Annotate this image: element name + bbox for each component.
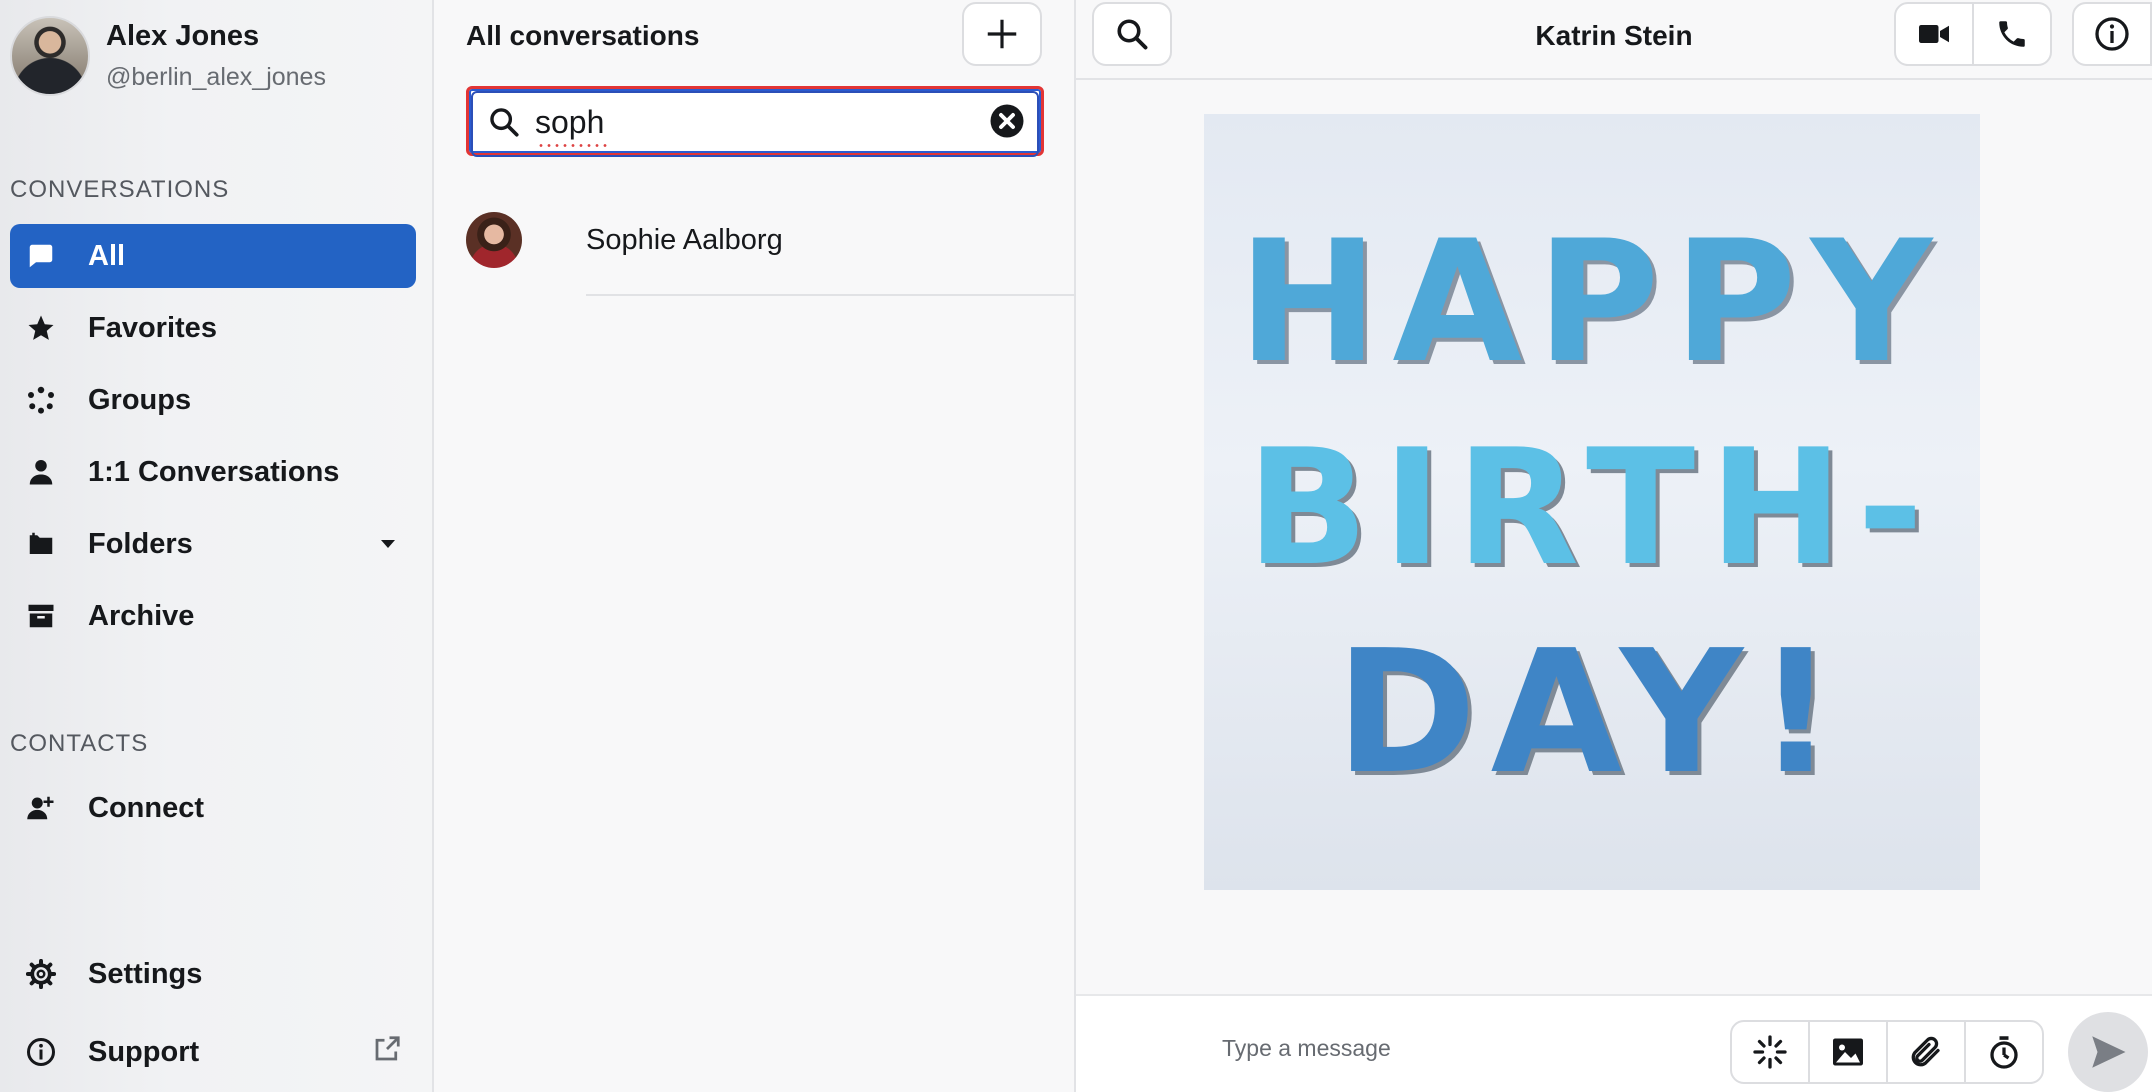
chat-bubble-icon bbox=[24, 239, 58, 273]
birthday-gif-image[interactable]: HAPPY BIRTH- DAY! bbox=[1204, 114, 1980, 890]
contact-name: Sophie Aalborg bbox=[586, 224, 783, 256]
ping-icon bbox=[1753, 1035, 1787, 1069]
sidebar-item-one-to-one[interactable]: 1:1 Conversations bbox=[10, 440, 416, 504]
sidebar-item-folders[interactable]: Folders bbox=[10, 512, 416, 576]
conversations-heading: CONVERSATIONS bbox=[10, 176, 230, 203]
sidebar-item-support[interactable]: Support bbox=[10, 1020, 416, 1084]
avatar[interactable] bbox=[10, 16, 90, 96]
sidebar-item-settings[interactable]: Settings bbox=[10, 942, 416, 1006]
audio-call-button[interactable] bbox=[1972, 2, 2052, 66]
sidebar-item-label: Groups bbox=[88, 383, 192, 416]
sidebar-item-archive[interactable]: Archive bbox=[10, 584, 416, 648]
sidebar-item-label: Archive bbox=[88, 599, 195, 632]
add-person-icon bbox=[24, 791, 58, 825]
video-call-button[interactable] bbox=[1894, 2, 1974, 66]
chevron-down-icon[interactable] bbox=[378, 534, 398, 554]
search-input[interactable] bbox=[535, 99, 955, 145]
sidebar: Alex Jones @berlin_alex_jones CONVERSATI… bbox=[0, 0, 434, 1092]
search-result-item[interactable]: Sophie Aalborg bbox=[466, 210, 1076, 300]
video-camera-icon bbox=[1919, 25, 1949, 43]
user-profile[interactable]: Alex Jones @berlin_alex_jones bbox=[10, 16, 326, 96]
chat-header: Katrin Stein bbox=[1076, 0, 2152, 80]
gear-icon bbox=[24, 957, 58, 991]
timed-message-button[interactable] bbox=[1964, 1020, 2044, 1084]
new-conversation-button[interactable] bbox=[962, 2, 1042, 66]
avatar bbox=[466, 212, 522, 268]
info-icon bbox=[24, 1035, 58, 1069]
send-icon bbox=[2092, 1036, 2126, 1068]
sidebar-item-label: Connect bbox=[88, 791, 204, 824]
chat-pane: Katrin Stein HAPPY BIRTH- DAY! bbox=[1076, 0, 2152, 1092]
image-upload-button[interactable] bbox=[1808, 1020, 1888, 1084]
sidebar-item-label: Settings bbox=[88, 957, 203, 990]
phone-icon bbox=[1999, 21, 2025, 47]
info-icon bbox=[2095, 17, 2129, 51]
sidebar-item-all[interactable]: All bbox=[10, 224, 416, 288]
contacts-heading: CONTACTS bbox=[10, 730, 149, 757]
message-input[interactable] bbox=[1222, 1030, 1722, 1066]
conversations-title: All conversations bbox=[466, 20, 700, 51]
message-composer bbox=[1076, 994, 2152, 1092]
archive-icon bbox=[24, 599, 58, 633]
divider bbox=[586, 294, 1076, 296]
search-icon bbox=[490, 108, 519, 137]
conversation-info-button[interactable] bbox=[2072, 2, 2152, 66]
timer-icon bbox=[1990, 1036, 2018, 1069]
star-icon bbox=[24, 311, 58, 345]
folder-icon bbox=[24, 527, 58, 561]
clear-search-icon[interactable] bbox=[989, 103, 1025, 139]
sidebar-item-connect[interactable]: Connect bbox=[10, 776, 416, 840]
conversation-list: All conversations Sophie Aalborg bbox=[434, 0, 1076, 1092]
plus-icon bbox=[987, 19, 1017, 49]
gif-text-line: HAPPY bbox=[1237, 204, 1947, 400]
user-handle: @berlin_alex_jones bbox=[106, 63, 326, 91]
search-box[interactable] bbox=[466, 86, 1044, 157]
image-icon bbox=[1833, 1038, 1863, 1066]
user-name: Alex Jones bbox=[106, 20, 260, 52]
external-link-icon[interactable] bbox=[372, 1034, 402, 1064]
sidebar-item-label: Support bbox=[88, 1035, 200, 1068]
ping-button[interactable] bbox=[1730, 1020, 1810, 1084]
groups-icon bbox=[24, 383, 58, 417]
attach-file-button[interactable] bbox=[1886, 1020, 1966, 1084]
sidebar-item-label: All bbox=[88, 239, 126, 272]
sidebar-item-groups[interactable]: Groups bbox=[10, 368, 416, 432]
sidebar-item-favorites[interactable]: Favorites bbox=[10, 296, 416, 360]
send-button[interactable] bbox=[2068, 1012, 2148, 1092]
sidebar-item-label: Favorites bbox=[88, 311, 217, 344]
gif-text-line: BIRTH- bbox=[1246, 414, 1938, 601]
person-icon bbox=[24, 455, 58, 489]
paperclip-icon bbox=[1911, 1036, 1940, 1067]
sidebar-item-label: 1:1 Conversations bbox=[88, 455, 340, 488]
sidebar-item-label: Folders bbox=[88, 527, 193, 560]
spellcheck-underline bbox=[537, 144, 609, 147]
gif-text-line: DAY! bbox=[1335, 614, 1849, 812]
